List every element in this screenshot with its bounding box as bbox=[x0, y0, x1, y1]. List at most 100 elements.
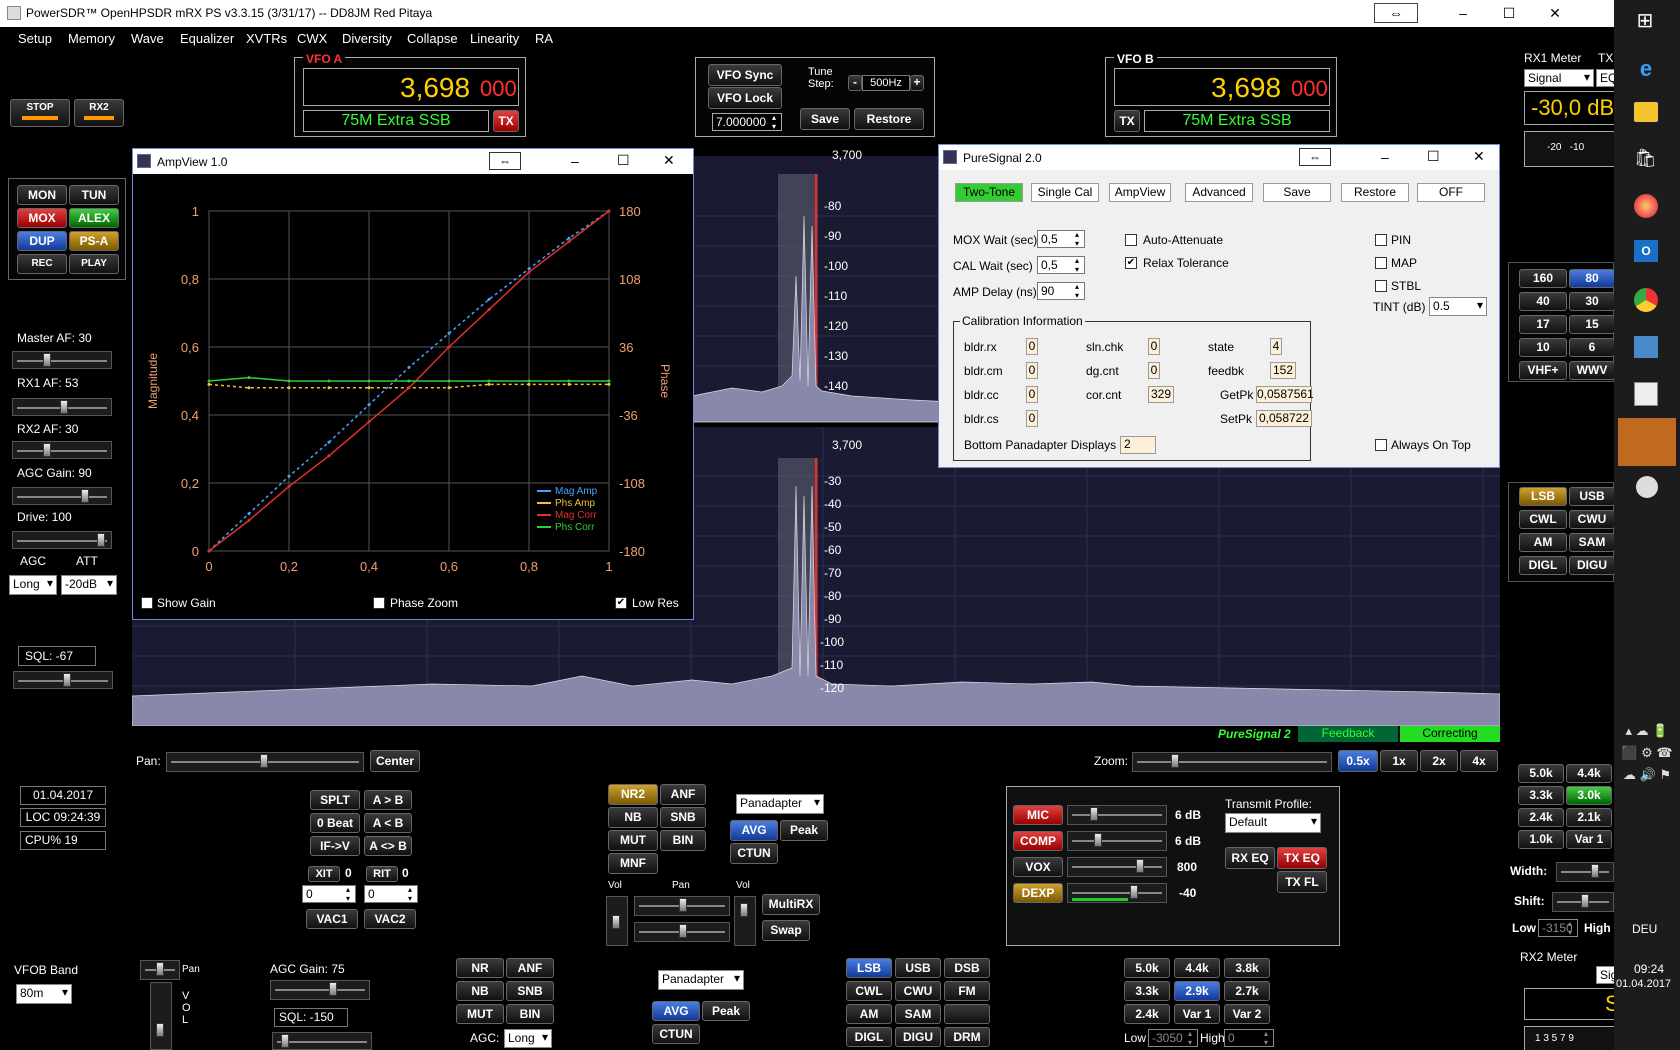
band-160-button[interactable]: 160 bbox=[1519, 269, 1567, 288]
rx2-mode-fm-button[interactable]: FM bbox=[944, 981, 990, 1001]
vfob-band-select[interactable]: 80m bbox=[16, 984, 72, 1004]
rx2-mode-am-button[interactable]: AM bbox=[846, 1004, 892, 1024]
mut-button[interactable]: MUT bbox=[608, 830, 658, 851]
cal-wait-spinner[interactable]: 0,5 bbox=[1037, 256, 1085, 274]
vox-slider[interactable] bbox=[1067, 857, 1167, 877]
rx2-meter-mode-select[interactable]: Signal bbox=[1596, 966, 1614, 984]
rx2-high-spinner[interactable]: 0 bbox=[1224, 1029, 1274, 1047]
rx2-peak-button[interactable]: Peak bbox=[702, 1001, 750, 1021]
anf-button[interactable]: ANF bbox=[660, 784, 706, 805]
menu-equalizer[interactable]: Equalizer bbox=[180, 31, 234, 46]
band-10-button[interactable]: 10 bbox=[1519, 338, 1567, 357]
rx-eq-button[interactable]: RX EQ bbox=[1225, 847, 1275, 869]
chrome-icon[interactable] bbox=[1634, 288, 1658, 312]
agc-select[interactable]: Long bbox=[9, 575, 57, 595]
menu-collapse[interactable]: Collapse bbox=[407, 31, 458, 46]
filter-21k-button[interactable]: 2.1k bbox=[1566, 808, 1612, 827]
menu-cwx[interactable]: CWX bbox=[297, 31, 327, 46]
rx-vol-slider[interactable] bbox=[606, 896, 628, 946]
puresignal-minimize-icon[interactable]: – bbox=[1381, 149, 1389, 165]
stop-button[interactable]: STOP bbox=[10, 99, 70, 127]
ctun-button[interactable]: CTUN bbox=[730, 843, 778, 864]
system-tray[interactable]: ▴ ☁ 🔋 ⬛ ⚙ ☎ ☁ 🔊 ⚑ bbox=[1618, 720, 1676, 900]
band-6-button[interactable]: 6 bbox=[1569, 338, 1615, 357]
master-af-slider[interactable] bbox=[12, 351, 112, 369]
low-res-checkbox[interactable]: ✔ bbox=[615, 597, 627, 609]
rx2-mode-cwl-button[interactable]: CWL bbox=[846, 981, 892, 1001]
close-icon[interactable]: ✕ bbox=[1532, 0, 1578, 27]
width-slider[interactable] bbox=[1556, 862, 1614, 882]
rx-pan-slider-1[interactable] bbox=[634, 896, 730, 916]
rx-vol2-slider[interactable] bbox=[734, 896, 756, 946]
zoom-4x-button[interactable]: 4x bbox=[1460, 750, 1498, 772]
always-on-top-checkbox[interactable] bbox=[1375, 439, 1387, 451]
mode-cwl-button[interactable]: CWL bbox=[1519, 510, 1567, 529]
filter-33k-button[interactable]: 3.3k bbox=[1518, 786, 1564, 805]
rx2-agc-select[interactable]: Long bbox=[504, 1029, 552, 1048]
menu-xvtrs[interactable]: XVTRs bbox=[246, 31, 287, 46]
zero-beat-button[interactable]: 0 Beat bbox=[310, 813, 360, 833]
mode-lsb-button[interactable]: LSB bbox=[1519, 487, 1567, 506]
rx2-display-mode-select[interactable]: Panadapter bbox=[658, 970, 744, 990]
dexp-slider[interactable] bbox=[1067, 883, 1167, 903]
rx1-af-slider[interactable] bbox=[12, 398, 112, 416]
restore-button[interactable]: Restore bbox=[854, 108, 924, 130]
vac2-button[interactable]: VAC2 bbox=[364, 909, 416, 929]
restore-layout-icon[interactable]: ⇔ bbox=[1374, 3, 1418, 23]
store-icon[interactable]: 🛍 bbox=[1634, 148, 1657, 170]
rx2-filter-29k-button[interactable]: 2.9k bbox=[1174, 981, 1220, 1001]
advanced-button[interactable]: Advanced bbox=[1185, 183, 1253, 202]
peak-button[interactable]: Peak bbox=[780, 820, 828, 841]
band-80-button[interactable]: 80 bbox=[1569, 269, 1615, 288]
alex-button[interactable]: ALEX bbox=[69, 208, 119, 228]
menu-linearity[interactable]: Linearity bbox=[470, 31, 519, 46]
notes-icon[interactable] bbox=[1634, 382, 1658, 406]
filter-10k-button[interactable]: 1.0k bbox=[1518, 830, 1564, 849]
split-button[interactable]: SPLT bbox=[310, 790, 360, 810]
comp-slider[interactable] bbox=[1067, 831, 1167, 851]
rx2-vol-slider[interactable] bbox=[150, 982, 172, 1050]
vfo-b-tx-button[interactable]: TX bbox=[1114, 110, 1140, 132]
rec-button[interactable]: REC bbox=[17, 254, 67, 274]
agc-gain-slider[interactable] bbox=[12, 487, 112, 505]
stbl-checkbox[interactable] bbox=[1375, 280, 1387, 292]
low-spinner[interactable]: -3150 bbox=[1538, 919, 1578, 937]
save-button[interactable]: Save bbox=[800, 108, 850, 130]
ps-off-button[interactable]: OFF bbox=[1417, 183, 1485, 202]
band-wwv-button[interactable]: WWV bbox=[1569, 361, 1615, 380]
mic-slider[interactable] bbox=[1067, 805, 1167, 825]
mon-button[interactable]: MON bbox=[17, 185, 67, 205]
center-button[interactable]: Center bbox=[370, 750, 420, 772]
rx2-agc-gain-slider[interactable] bbox=[270, 980, 370, 1000]
rx2-filter-27k-button[interactable]: 2.7k bbox=[1224, 981, 1270, 1001]
band-vhf-button[interactable]: VHF+ bbox=[1519, 361, 1567, 380]
rx2-mode-digu-button[interactable]: DIGU bbox=[895, 1027, 941, 1047]
rit-button[interactable]: RIT bbox=[366, 866, 398, 882]
mode-usb-button[interactable]: USB bbox=[1569, 487, 1615, 506]
rx2-bin-button[interactable]: BIN bbox=[506, 1004, 554, 1024]
tint-select[interactable]: 0.5 bbox=[1429, 297, 1487, 316]
xit-spinner[interactable]: 0 bbox=[302, 885, 356, 903]
rx2-mode-drm-button[interactable]: DRM bbox=[944, 1027, 990, 1047]
rx2-sql-slider[interactable] bbox=[272, 1032, 372, 1050]
sql-slider[interactable] bbox=[13, 671, 113, 689]
freq-input[interactable]: 7.000000 bbox=[712, 113, 782, 131]
rx2-mut-button[interactable]: MUT bbox=[456, 1004, 504, 1024]
mic-button[interactable]: MIC bbox=[1013, 805, 1063, 825]
minimize-icon[interactable]: – bbox=[1440, 0, 1486, 27]
tune-step-down-button[interactable]: - bbox=[848, 75, 862, 91]
dexp-button[interactable]: DEXP bbox=[1013, 883, 1063, 903]
ampview-resize-icon[interactable]: ⇔ bbox=[489, 152, 521, 170]
rx2-nb-button[interactable]: NB bbox=[456, 981, 504, 1001]
rx2-filter-var2-button[interactable]: Var 2 bbox=[1224, 1004, 1270, 1024]
auto-attenuate-checkbox[interactable] bbox=[1125, 234, 1137, 246]
ampview-button[interactable]: AmpView bbox=[1109, 183, 1171, 202]
pan-slider[interactable] bbox=[166, 752, 364, 772]
rx1-meter-mode-select[interactable]: Signal bbox=[1524, 69, 1594, 87]
swap-ab-button[interactable]: A <> B bbox=[364, 836, 412, 856]
menu-memory[interactable]: Memory bbox=[68, 31, 115, 46]
rx2-filter-5k-button[interactable]: 5.0k bbox=[1124, 958, 1170, 978]
comp-button[interactable]: COMP bbox=[1013, 831, 1063, 851]
ampview-close-icon[interactable]: ✕ bbox=[663, 152, 675, 169]
map-checkbox[interactable] bbox=[1375, 257, 1387, 269]
